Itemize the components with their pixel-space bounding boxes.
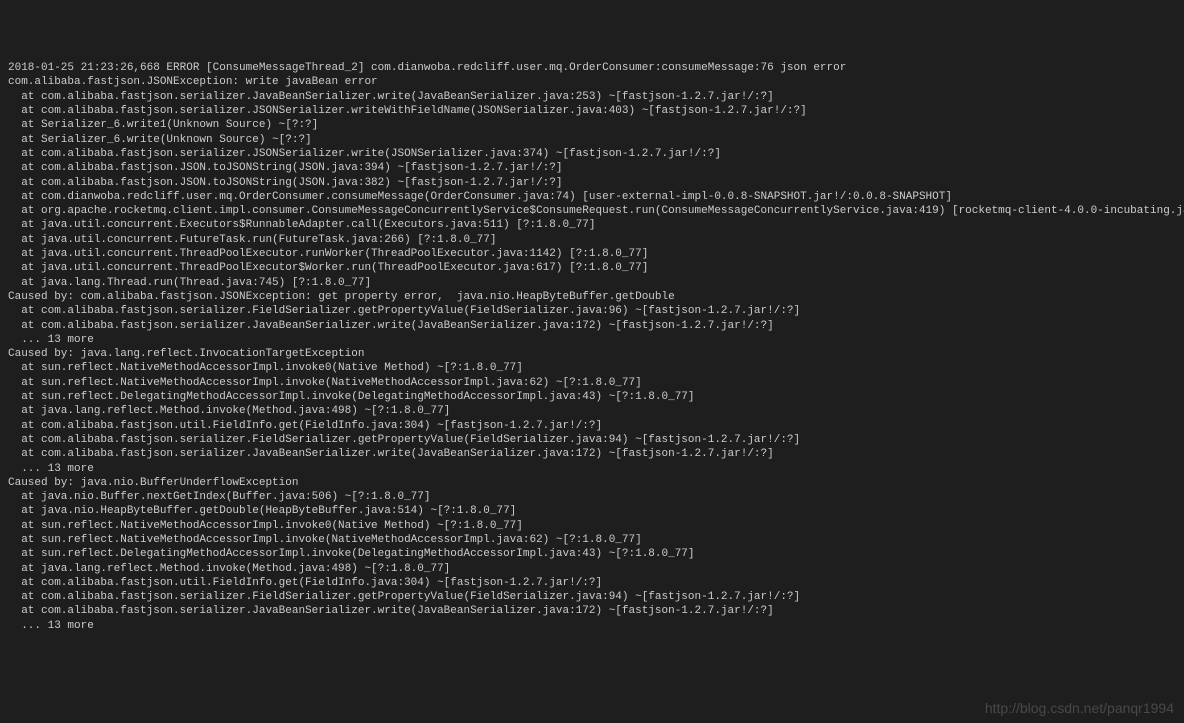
log-line: at sun.reflect.NativeMethodAccessorImpl.…	[8, 376, 1176, 390]
log-line: at sun.reflect.NativeMethodAccessorImpl.…	[8, 533, 1176, 547]
log-line: at com.alibaba.fastjson.serializer.JavaB…	[8, 447, 1176, 461]
log-line: at com.alibaba.fastjson.serializer.Field…	[8, 304, 1176, 318]
log-line: at java.util.concurrent.ThreadPoolExecut…	[8, 261, 1176, 275]
log-line: at com.alibaba.fastjson.JSON.toJSONStrin…	[8, 161, 1176, 175]
log-output: 2018-01-25 21:23:26,668 ERROR [ConsumeMe…	[8, 61, 1176, 633]
log-line: at java.lang.reflect.Method.invoke(Metho…	[8, 404, 1176, 418]
log-line: at com.alibaba.fastjson.serializer.JSONS…	[8, 147, 1176, 161]
log-line: at com.alibaba.fastjson.serializer.JavaB…	[8, 90, 1176, 104]
log-line: at com.dianwoba.redcliff.user.mq.OrderCo…	[8, 190, 1176, 204]
log-line: ... 13 more	[8, 333, 1176, 347]
log-line: at com.alibaba.fastjson.serializer.Field…	[8, 433, 1176, 447]
log-line: at com.alibaba.fastjson.serializer.JSONS…	[8, 104, 1176, 118]
log-line: Caused by: java.lang.reflect.InvocationT…	[8, 347, 1176, 361]
log-line: at java.lang.reflect.Method.invoke(Metho…	[8, 562, 1176, 576]
log-line: at java.util.concurrent.ThreadPoolExecut…	[8, 247, 1176, 261]
log-line: at com.alibaba.fastjson.serializer.JavaB…	[8, 319, 1176, 333]
log-line: at java.util.concurrent.Executors$Runnab…	[8, 218, 1176, 232]
log-line: 2018-01-25 21:23:26,668 ERROR [ConsumeMe…	[8, 61, 1176, 75]
log-line: at sun.reflect.DelegatingMethodAccessorI…	[8, 390, 1176, 404]
log-line: at Serializer_6.write1(Unknown Source) ~…	[8, 118, 1176, 132]
log-line: at sun.reflect.DelegatingMethodAccessorI…	[8, 547, 1176, 561]
log-line: at sun.reflect.NativeMethodAccessorImpl.…	[8, 519, 1176, 533]
log-line: at Serializer_6.write(Unknown Source) ~[…	[8, 133, 1176, 147]
log-line: com.alibaba.fastjson.JSONException: writ…	[8, 75, 1176, 89]
watermark-text: http://blog.csdn.net/panqr1994	[985, 699, 1174, 717]
log-line: at com.alibaba.fastjson.serializer.JavaB…	[8, 604, 1176, 618]
log-line: ... 13 more	[8, 462, 1176, 476]
log-line: at com.alibaba.fastjson.util.FieldInfo.g…	[8, 419, 1176, 433]
log-line: at com.alibaba.fastjson.serializer.Field…	[8, 590, 1176, 604]
log-line: at java.nio.Buffer.nextGetIndex(Buffer.j…	[8, 490, 1176, 504]
log-line: Caused by: com.alibaba.fastjson.JSONExce…	[8, 290, 1176, 304]
log-line: at sun.reflect.NativeMethodAccessorImpl.…	[8, 361, 1176, 375]
log-line: at java.nio.HeapByteBuffer.getDouble(Hea…	[8, 504, 1176, 518]
log-line: at com.alibaba.fastjson.util.FieldInfo.g…	[8, 576, 1176, 590]
log-line: at java.util.concurrent.FutureTask.run(F…	[8, 233, 1176, 247]
log-line: Caused by: java.nio.BufferUnderflowExcep…	[8, 476, 1176, 490]
log-line: at java.lang.Thread.run(Thread.java:745)…	[8, 276, 1176, 290]
log-line: at org.apache.rocketmq.client.impl.consu…	[8, 204, 1176, 218]
log-line: ... 13 more	[8, 619, 1176, 633]
log-line: at com.alibaba.fastjson.JSON.toJSONStrin…	[8, 176, 1176, 190]
